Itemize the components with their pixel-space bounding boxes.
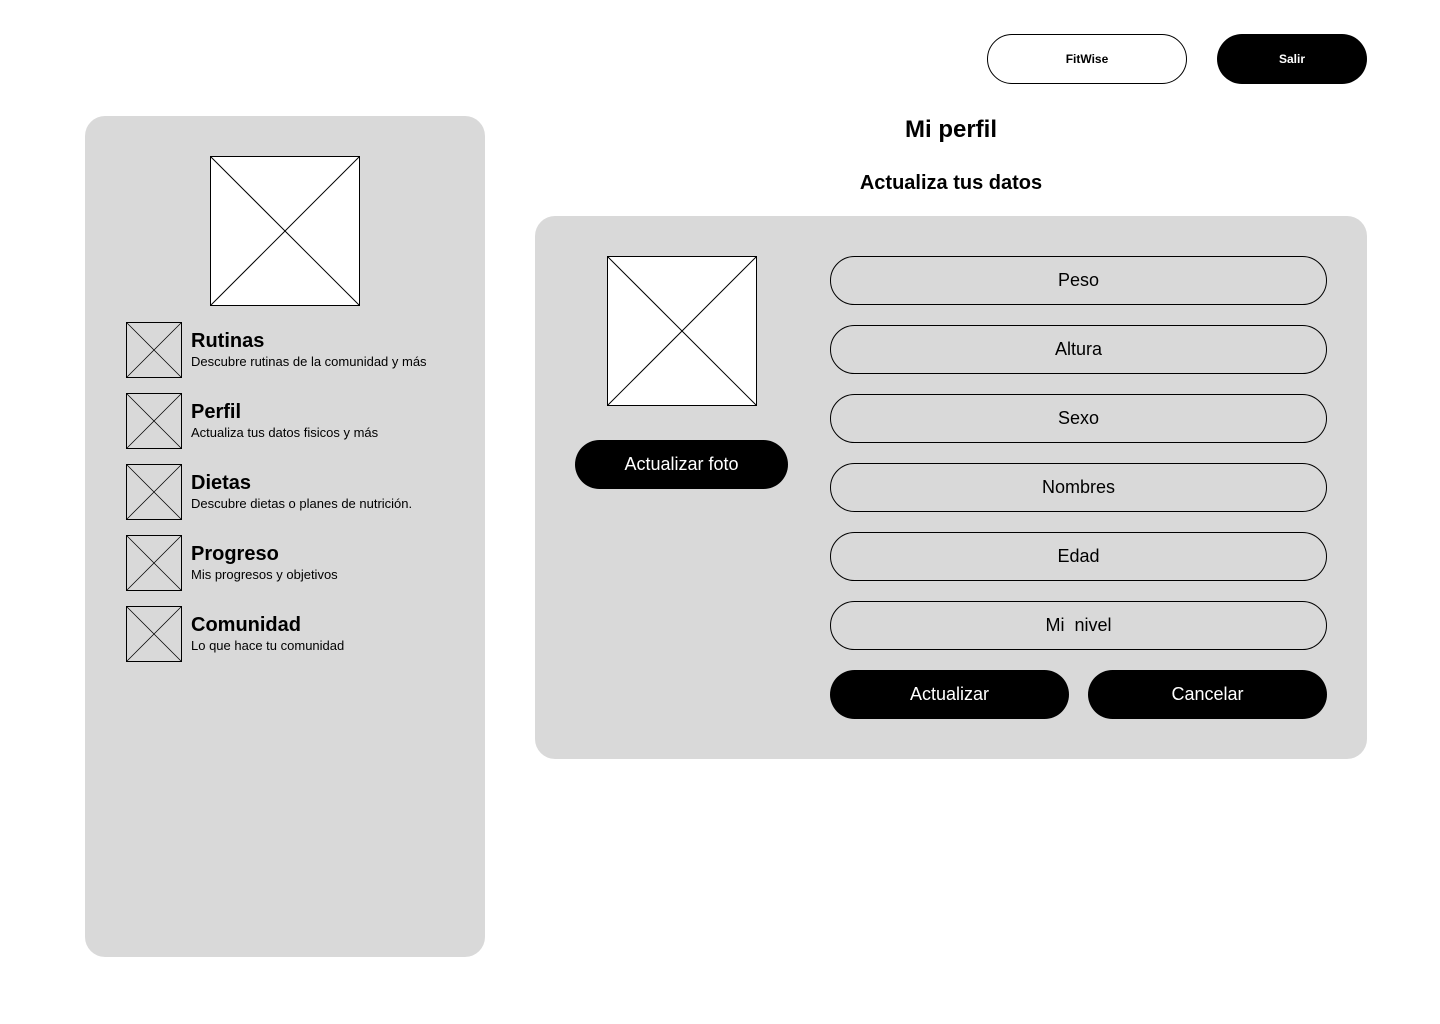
- sidebar-item-dietas[interactable]: Dietas Descubre dietas o planes de nutri…: [126, 464, 466, 520]
- sidebar-item-description: Lo que hace tu comunidad: [191, 638, 345, 653]
- cancel-button[interactable]: Cancelar: [1088, 670, 1327, 719]
- weight-field[interactable]: Peso: [830, 256, 1327, 305]
- fitwise-button[interactable]: FitWise: [987, 34, 1187, 84]
- sidebar-item-rutinas[interactable]: Rutinas Descubre rutinas de la comunidad…: [126, 322, 466, 378]
- sidebar-item-title: Progreso: [191, 543, 279, 565]
- page-subtitle: Actualiza tus datos: [859, 172, 1043, 194]
- image-placeholder-icon: [126, 535, 182, 591]
- level-field[interactable]: Mi nivel: [830, 601, 1327, 650]
- update-photo-button[interactable]: Actualizar foto: [575, 440, 788, 489]
- image-placeholder-icon: [126, 464, 182, 520]
- names-field[interactable]: Nombres: [830, 463, 1327, 512]
- sidebar-item-comunidad[interactable]: Comunidad Lo que hace tu comunidad: [126, 606, 466, 662]
- sidebar-item-progreso[interactable]: Progreso Mis progresos y objetivos: [126, 535, 466, 591]
- sidebar-item-description: Actualiza tus datos fisicos y más: [191, 425, 379, 440]
- sidebar-item-description: Descubre dietas o planes de nutrición.: [191, 496, 413, 511]
- image-placeholder-icon: [126, 606, 182, 662]
- height-field[interactable]: Altura: [830, 325, 1327, 374]
- age-field[interactable]: Edad: [830, 532, 1327, 581]
- page-title: Mi perfil: [904, 116, 997, 143]
- sex-field[interactable]: Sexo: [830, 394, 1327, 443]
- update-button[interactable]: Actualizar: [830, 670, 1069, 719]
- profile-form-panel: Actualizar foto Peso Altura Sexo Nombres…: [535, 216, 1367, 759]
- sidebar-item-description: Descubre rutinas de la comunidad y más: [191, 354, 427, 369]
- sidebar-item-title: Comunidad: [191, 614, 301, 636]
- sidebar-item-title: Perfil: [191, 401, 242, 423]
- sidebar-item-title: Rutinas: [191, 330, 265, 352]
- avatar-image-placeholder-icon: [210, 156, 360, 306]
- image-placeholder-icon: [126, 322, 182, 378]
- logout-button[interactable]: Salir: [1217, 34, 1367, 84]
- sidebar: Rutinas Descubre rutinas de la comunidad…: [85, 116, 485, 957]
- sidebar-item-description: Mis progresos y objetivos: [191, 567, 338, 582]
- image-placeholder-icon: [126, 393, 182, 449]
- profile-photo-image-placeholder-icon: [607, 256, 757, 406]
- sidebar-item-perfil[interactable]: Perfil Actualiza tus datos fisicos y más: [126, 393, 466, 449]
- sidebar-item-title: Dietas: [191, 472, 252, 494]
